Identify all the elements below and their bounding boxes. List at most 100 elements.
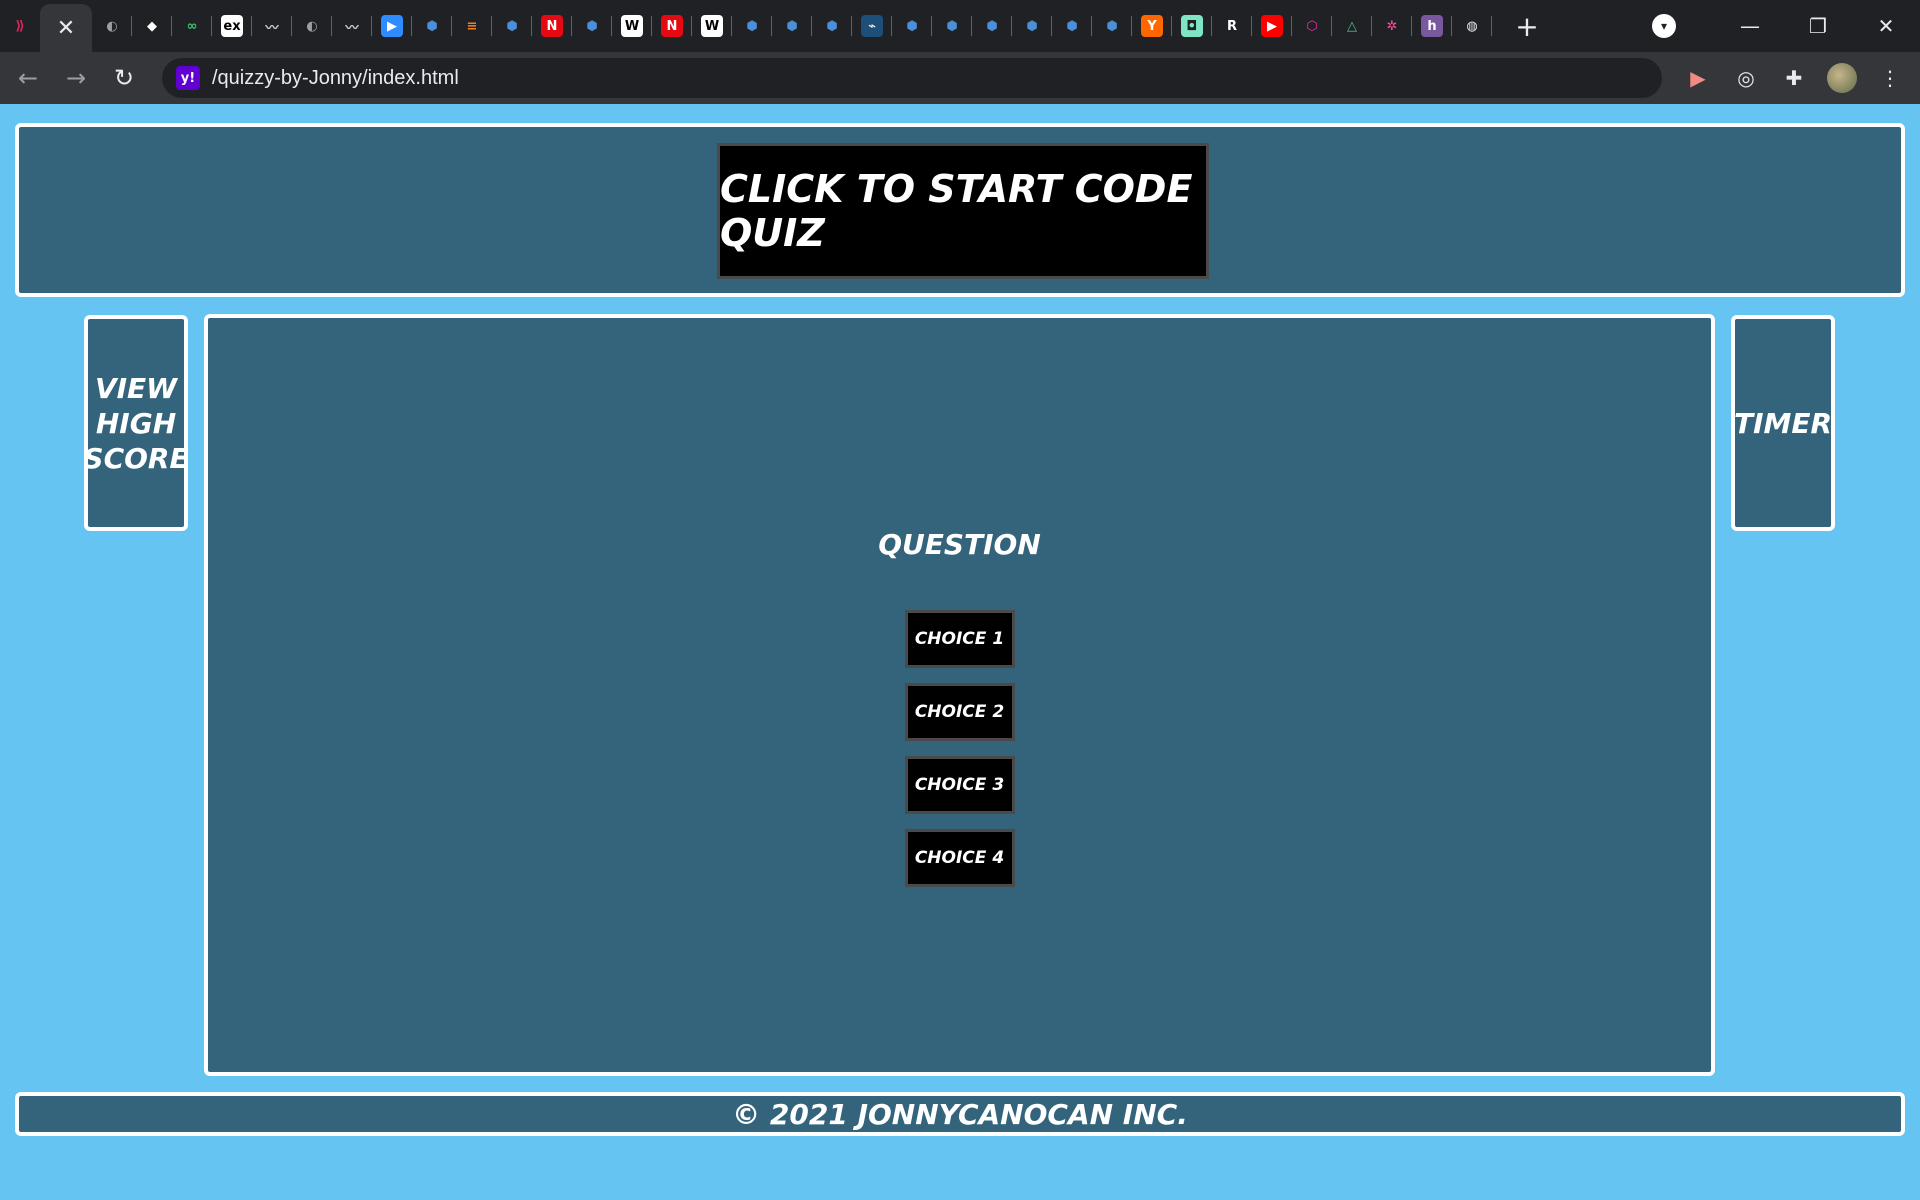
profile-avatar[interactable] xyxy=(1822,58,1862,98)
close-icon[interactable]: ✕ xyxy=(55,16,77,41)
tab-search-icon[interactable]: ▾ xyxy=(1652,14,1676,38)
browser-tab[interactable]: ⬢ xyxy=(572,0,612,52)
window-controls: ▾ — ❐ ✕ xyxy=(1652,0,1920,52)
browser-tab[interactable]: ▶ xyxy=(372,0,412,52)
restore-icon[interactable]: ❐ xyxy=(1784,0,1852,52)
browser-tab[interactable]: 〰 xyxy=(252,0,292,52)
stackoverflow-icon: ≡ xyxy=(461,15,483,37)
mysql-icon: ⌁ xyxy=(861,15,883,37)
browser-tab[interactable]: ◘ xyxy=(1172,0,1212,52)
github-icon: ◐ xyxy=(101,15,123,37)
browser-tab[interactable]: N xyxy=(652,0,692,52)
choice-4-button[interactable]: Choice 4 xyxy=(904,829,1015,887)
browser-tab[interactable]: R xyxy=(1212,0,1252,52)
view-high-score-button[interactable]: View High Score xyxy=(83,315,189,531)
browser-tab[interactable]: ◐ xyxy=(292,0,332,52)
forward-icon[interactable]: → xyxy=(56,58,96,98)
browser-tab[interactable]: ⬡ xyxy=(1292,0,1332,52)
reload-icon[interactable]: ↻ xyxy=(104,58,144,98)
browser-tab[interactable]: 〰 xyxy=(332,0,372,52)
browser-tab[interactable]: ⬢ xyxy=(772,0,812,52)
tab-separator xyxy=(1491,16,1492,36)
new-tab-button[interactable]: + xyxy=(1502,0,1552,52)
browser-tab[interactable]: ⬢ xyxy=(972,0,1012,52)
browser-tab[interactable]: Y xyxy=(1132,0,1172,52)
browser-tab[interactable]: ⬢ xyxy=(732,0,772,52)
browser-tab-strip: ⟫ ✕ ◐ ◆ ∞ ex 〰 ◐ 〰 ▶ ⬢ ≡ ⬢ N ⬢ W N W ⬢ ⬢ ⬢ ⌁ ⬢ ⬢ ⬢ ⬢ ⬢ ⬢ Y ◘ R ▶ ⬡ △ ✲ h ◍ +… xyxy=(0,0,1920,52)
start-quiz-button[interactable]: Click to start code quiz xyxy=(717,143,1209,279)
cube-icon: ⬢ xyxy=(581,15,603,37)
browser-tab[interactable]: ⟫ xyxy=(0,0,40,52)
browser-tab[interactable]: △ xyxy=(1332,0,1372,52)
browser-tab[interactable]: ⬢ xyxy=(892,0,932,52)
video-extension-icon[interactable]: ▶ xyxy=(1678,58,1718,98)
puzzle-extensions-icon[interactable]: ✚ xyxy=(1774,58,1814,98)
cube-icon: ⬢ xyxy=(1101,15,1123,37)
close-window-icon[interactable]: ✕ xyxy=(1852,0,1920,52)
extensions-area: ▶ ◎ ✚ ⋮ xyxy=(1670,58,1910,98)
gitkraken-icon: ∞ xyxy=(181,15,203,37)
browser-toolbar: ← → ↻ y! /quizzy-by-Jonny/index.html ▶ ◎… xyxy=(0,52,1920,104)
browser-tab[interactable]: ◐ xyxy=(92,0,132,52)
choice-label: Choice 1 xyxy=(914,629,1005,649)
address-bar[interactable]: y! /quizzy-by-Jonny/index.html xyxy=(162,58,1662,98)
browser-tab[interactable]: ▶ xyxy=(1252,0,1292,52)
wikipedia-icon: W xyxy=(621,15,643,37)
choice-list: Choice 1 Choice 2 Choice 3 Choice 4 xyxy=(208,610,1711,902)
browser-tab[interactable]: ⌁ xyxy=(852,0,892,52)
bird-icon: ◆ xyxy=(141,15,163,37)
browser-tab[interactable]: ⬢ xyxy=(932,0,972,52)
github-icon: ◐ xyxy=(301,15,323,37)
cube-icon: ⬢ xyxy=(501,15,523,37)
choice-3-button[interactable]: Choice 3 xyxy=(904,756,1015,814)
question-panel: Question Choice 1 Choice 2 Choice 3 Choi… xyxy=(204,314,1715,1076)
browser-tab[interactable]: ◍ xyxy=(1452,0,1492,52)
cube-icon: ⬢ xyxy=(741,15,763,37)
minimize-icon[interactable]: — xyxy=(1716,0,1784,52)
high-score-label: View High Score xyxy=(83,371,189,475)
browser-tab[interactable]: ⬢ xyxy=(412,0,452,52)
active-tab[interactable]: ✕ xyxy=(40,4,92,52)
tab-list: ⟫ ✕ ◐ ◆ ∞ ex 〰 ◐ 〰 ▶ ⬢ ≡ ⬢ N ⬢ W N W ⬢ ⬢ ⬢ ⌁ ⬢ ⬢ ⬢ ⬢ ⬢ ⬢ Y ◘ R ▶ ⬡ △ ✲ h ◍ xyxy=(0,0,1492,52)
choice-label: Choice 2 xyxy=(914,702,1005,722)
back-icon[interactable]: ← xyxy=(8,58,48,98)
url-text[interactable]: /quizzy-by-Jonny/index.html xyxy=(212,67,459,90)
choice-2-button[interactable]: Choice 2 xyxy=(904,683,1015,741)
quiz-page: Click to start code quiz View High Score… xyxy=(0,104,1920,1200)
cube-icon: ⬢ xyxy=(1021,15,1043,37)
cube-icon: ⬢ xyxy=(421,15,443,37)
browser-tab[interactable]: ∞ xyxy=(172,0,212,52)
timer-label: Timer xyxy=(1733,406,1833,440)
cube-icon: ⬢ xyxy=(1061,15,1083,37)
browser-tab[interactable]: ⬢ xyxy=(1092,0,1132,52)
netflix-icon: N xyxy=(661,15,683,37)
browser-tab[interactable]: ⬢ xyxy=(1052,0,1092,52)
header-panel: Click to start code quiz xyxy=(15,123,1905,297)
dev-extension-icon[interactable]: ◎ xyxy=(1726,58,1766,98)
triangle-icon: △ xyxy=(1341,15,1363,37)
choice-label: Choice 3 xyxy=(914,775,1005,795)
cube-icon: ⬢ xyxy=(941,15,963,37)
footer-panel: © 2021 jonnycanocan Inc. xyxy=(15,1092,1905,1136)
browser-tab[interactable]: ⬢ xyxy=(812,0,852,52)
browser-tab[interactable]: N xyxy=(532,0,572,52)
mustache-icon: 〰 xyxy=(261,15,283,37)
choice-label: Choice 4 xyxy=(914,848,1005,868)
browser-tab[interactable]: W xyxy=(612,0,652,52)
browser-tab[interactable]: ⬢ xyxy=(1012,0,1052,52)
expressjs-icon: ex xyxy=(221,15,243,37)
kebab-menu-icon[interactable]: ⋮ xyxy=(1870,58,1910,98)
browser-tab[interactable]: ◆ xyxy=(132,0,172,52)
graphql-icon: ⬡ xyxy=(1301,15,1323,37)
choice-1-button[interactable]: Choice 1 xyxy=(904,610,1015,668)
browser-tab[interactable]: ⬢ xyxy=(492,0,532,52)
arrow-logo-icon: ⟫ xyxy=(9,15,31,37)
browser-tab[interactable]: ex xyxy=(212,0,252,52)
heroku-icon: h xyxy=(1421,15,1443,37)
wikipedia-icon: W xyxy=(701,15,723,37)
question-text: Question xyxy=(878,528,1041,561)
browser-tab[interactable]: h xyxy=(1412,0,1452,52)
browser-tab[interactable]: ≡ xyxy=(452,0,492,52)
browser-tab[interactable]: ✲ xyxy=(1372,0,1412,52)
browser-tab[interactable]: W xyxy=(692,0,732,52)
